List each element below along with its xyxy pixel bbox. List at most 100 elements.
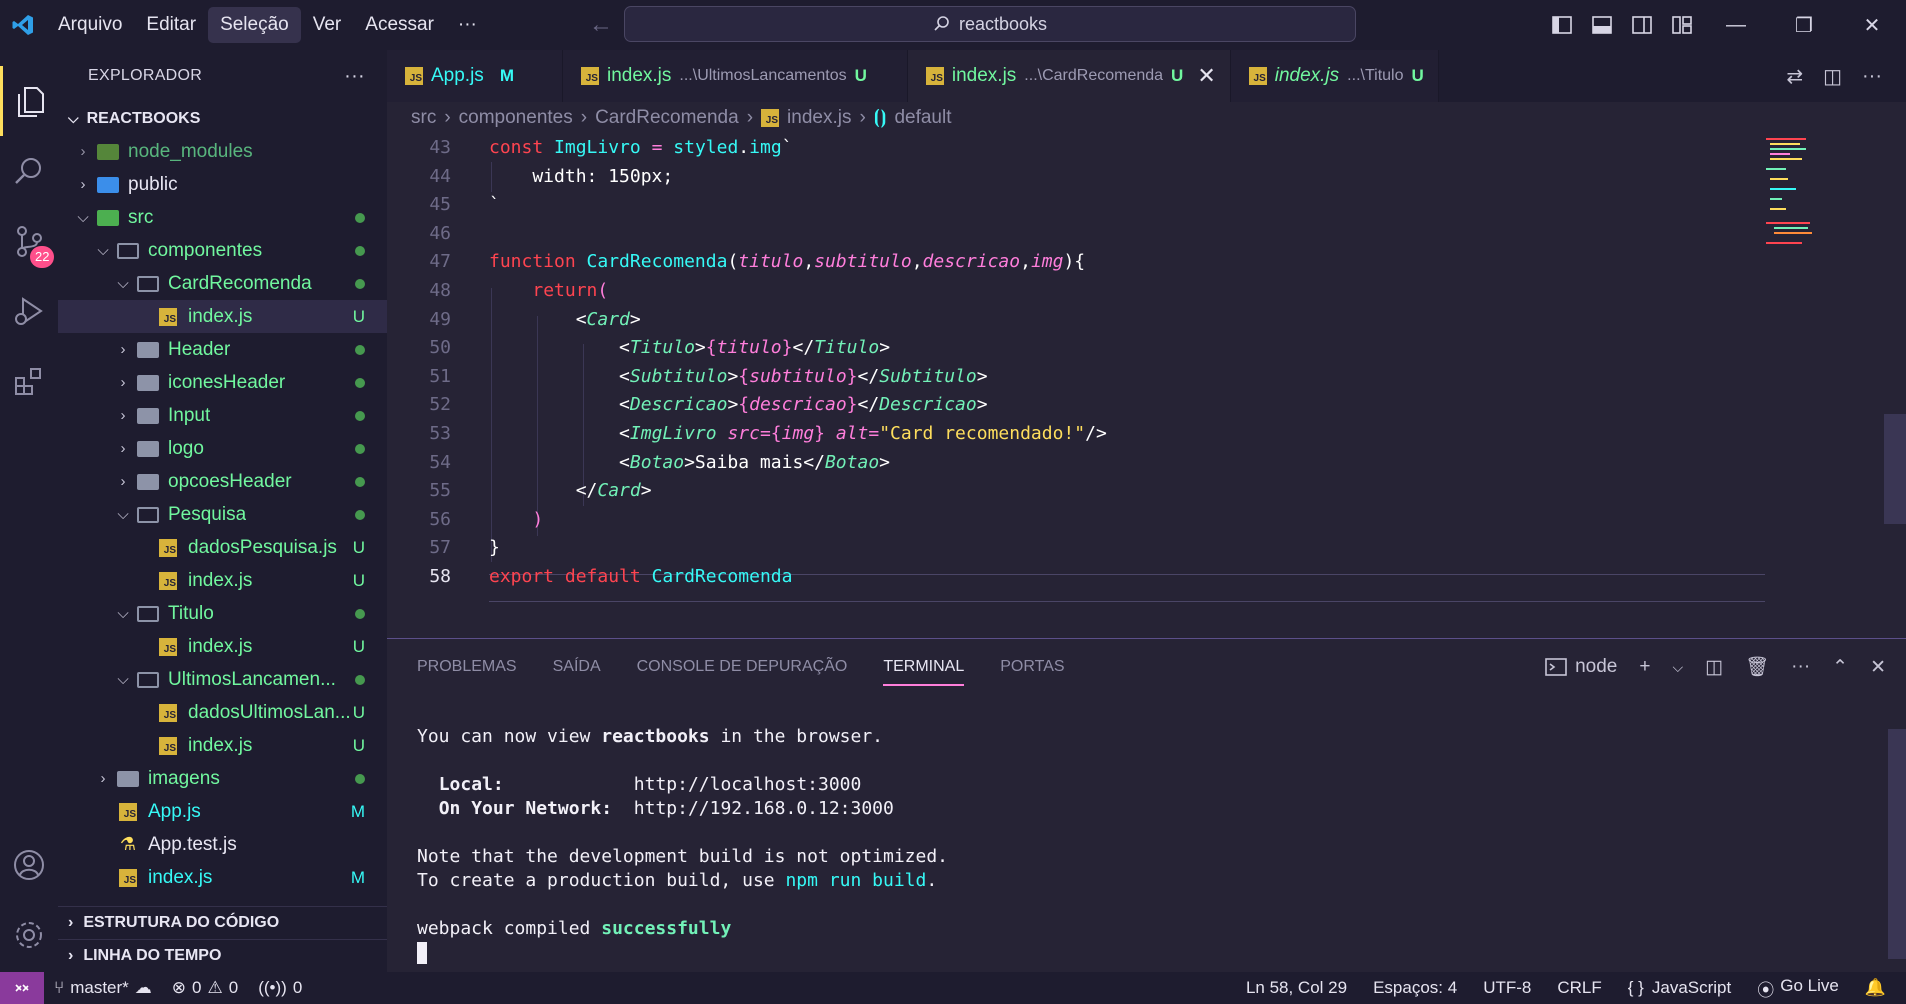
maximize-panel-icon[interactable]: ⌃ — [1832, 656, 1848, 679]
language-mode[interactable]: { } JavaScript — [1628, 978, 1731, 998]
tree-folder[interactable]: ⌵ Pesquisa — [58, 498, 387, 531]
run-debug-icon[interactable] — [0, 276, 58, 346]
editor-more-icon[interactable]: ··· — [1862, 65, 1882, 88]
breadcrumb-cardrecomenda[interactable]: CardRecomenda — [595, 107, 739, 129]
git-modified-dot — [355, 439, 365, 459]
cursor-position[interactable]: Ln 58, Col 29 — [1246, 978, 1347, 998]
breadcrumb-src[interactable]: src — [411, 107, 436, 129]
terminal-scrollbar[interactable] — [1888, 729, 1906, 959]
menu-selecao[interactable]: Seleção — [208, 7, 301, 43]
menu-arquivo[interactable]: Arquivo — [46, 7, 134, 43]
workspace-root[interactable]: ⌵ REACTBOOKS — [58, 102, 387, 135]
search-sidebar-icon[interactable] — [0, 136, 58, 206]
tab-console-depuracao[interactable]: CONSOLE DE DEPURAÇÃO — [637, 658, 848, 676]
go-live-button[interactable]: ⦿ Go Live — [1757, 976, 1839, 1001]
tree-item-label: CardRecomenda — [168, 272, 312, 294]
tree-file[interactable]: JS index.js U — [58, 300, 387, 333]
explorer-icon[interactable] — [0, 66, 58, 136]
timeline-section[interactable]: › LINHA DO TEMPO — [58, 939, 387, 972]
editor-tab[interactable]: JS index.js ...\CardRecomenda U ✕ — [907, 50, 1231, 102]
toggle-panel-icon[interactable] — [1582, 0, 1622, 50]
customize-layout-icon[interactable] — [1662, 0, 1702, 50]
toggle-secondary-sidebar-icon[interactable] — [1622, 0, 1662, 50]
git-modified-dot — [355, 241, 365, 261]
trash-icon[interactable]: 🗑 — [1745, 655, 1769, 679]
ports-status[interactable]: ((•)) 0 — [258, 978, 302, 998]
tree-file[interactable]: JS dadosPesquisa.js U — [58, 531, 387, 564]
tree-folder[interactable]: › Input — [58, 399, 387, 432]
tree-folder[interactable]: › imagens — [58, 762, 387, 795]
tree-file[interactable]: JS index.js U — [58, 729, 387, 762]
tree-file[interactable]: JS index.js M — [58, 861, 387, 894]
tree-folder[interactable]: ⌵ Titulo — [58, 597, 387, 630]
restore-icon[interactable]: ❐ — [1770, 0, 1838, 50]
split-terminal-icon[interactable]: ◫ — [1705, 656, 1723, 679]
problems-status[interactable]: ⊗ 0 ⚠ 0 — [172, 978, 238, 998]
minimize-icon[interactable]: — — [1702, 0, 1770, 50]
editor-tab[interactable]: JS index.js ...\Titulo U — [1230, 50, 1439, 102]
terminal-output[interactable]: You can now view reactbooks in the brows… — [417, 725, 948, 965]
code-editor[interactable]: 43 const ImgLivro = styled.img` 44 width:… — [387, 134, 1906, 638]
tab-saida[interactable]: SAÍDA — [553, 658, 601, 676]
tree-folder[interactable]: › iconesHeader — [58, 366, 387, 399]
network-url[interactable]: http://192.168.0.12:3000 — [634, 798, 894, 819]
editor-tab[interactable]: JS App.js M — [387, 50, 563, 102]
indentation[interactable]: Espaços: 4 — [1373, 978, 1457, 998]
source-control-icon[interactable]: 22 — [0, 206, 58, 276]
breadcrumb-file[interactable]: index.js — [787, 107, 851, 129]
tab-terminal[interactable]: TERMINAL — [883, 658, 965, 686]
tree-folder[interactable]: ⌵ componentes — [58, 234, 387, 267]
tree-folder[interactable]: › Header — [58, 333, 387, 366]
menu-ver[interactable]: Ver — [301, 7, 354, 43]
new-terminal-icon[interactable]: + — [1639, 656, 1650, 678]
local-url[interactable]: http://localhost:3000 — [634, 774, 862, 795]
close-window-icon[interactable]: ✕ — [1838, 0, 1906, 50]
tree-file[interactable]: JS index.js U — [58, 564, 387, 597]
tree-folder[interactable]: › public — [58, 168, 387, 201]
tree-file[interactable]: ⚗ App.test.js — [58, 828, 387, 861]
branch-status[interactable]: ⑂ master* ☁ — [54, 978, 152, 998]
breadcrumb-componentes[interactable]: componentes — [459, 107, 573, 129]
tab-portas[interactable]: PORTAS — [1000, 658, 1064, 676]
manage-gear-icon[interactable] — [0, 900, 58, 970]
menu-more-icon[interactable]: ··· — [446, 7, 489, 43]
tree-item-label: Titulo — [168, 602, 214, 624]
remote-indicator-icon[interactable] — [0, 972, 44, 1004]
tree-folder[interactable]: › logo — [58, 432, 387, 465]
tree-folder[interactable]: › node_modules — [58, 135, 387, 168]
open-changes-icon[interactable]: ⇄ — [1786, 64, 1803, 89]
close-panel-icon[interactable]: ✕ — [1870, 656, 1886, 679]
chevron-right-icon: › — [120, 374, 126, 391]
toggle-primary-sidebar-icon[interactable] — [1542, 0, 1582, 50]
split-editor-icon[interactable]: ◫ — [1823, 64, 1842, 89]
editor-scrollbar[interactable] — [1884, 414, 1906, 524]
tree-folder[interactable]: ⌵ src — [58, 201, 387, 234]
command-center-search[interactable]: reactbooks — [624, 6, 1356, 42]
panel-more-icon[interactable]: ··· — [1791, 656, 1810, 678]
tree-file[interactable]: JS dadosUltimosLan... U — [58, 696, 387, 729]
menu-editar[interactable]: Editar — [134, 7, 208, 43]
encoding[interactable]: UTF-8 — [1483, 978, 1531, 998]
tree-file[interactable]: JS index.js U — [58, 630, 387, 663]
tab-problemas[interactable]: PROBLEMAS — [417, 658, 517, 676]
tree-folder[interactable]: › opcoesHeader — [58, 465, 387, 498]
tree-item-label: dadosUltimosLan... — [188, 701, 351, 723]
end-of-line[interactable]: CRLF — [1557, 978, 1601, 998]
tree-folder[interactable]: ⌵ CardRecomenda — [58, 267, 387, 300]
back-arrow-icon[interactable]: ← — [589, 11, 613, 39]
chevron-down-icon[interactable]: ⌵ — [1672, 659, 1683, 676]
terminal-shell[interactable]: node — [1545, 656, 1617, 678]
minimap[interactable] — [1766, 134, 1846, 254]
notifications-bell-icon[interactable]: 🔔 — [1865, 978, 1886, 998]
editor-tab[interactable]: JS index.js ...\UltimosLancamentos U — [562, 50, 908, 102]
tree-folder[interactable]: ⌵ UltimosLancamen... — [58, 663, 387, 696]
extensions-icon[interactable] — [0, 346, 58, 416]
tree-file[interactable]: JS App.js M — [58, 795, 387, 828]
explorer-more-icon[interactable]: ··· — [344, 65, 365, 88]
breadcrumb-symbol[interactable]: default — [894, 107, 951, 129]
vscode-logo-icon — [0, 0, 46, 50]
menu-acessar[interactable]: Acessar — [353, 7, 446, 43]
close-tab-icon[interactable]: ✕ — [1197, 63, 1215, 89]
outline-section[interactable]: › ESTRUTURA DO CÓDIGO — [58, 906, 387, 939]
accounts-icon[interactable] — [0, 830, 58, 900]
